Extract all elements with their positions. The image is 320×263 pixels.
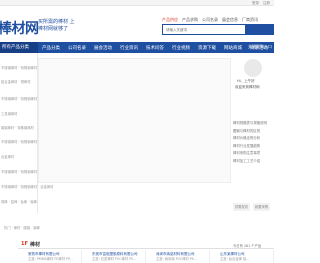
site-logo[interactable]: 棒材网 bbox=[0, 18, 39, 38]
search-box bbox=[162, 24, 246, 35]
company-card[interactable]: 东莞市富临塑胶原料有限公司 主营: 石墨棒材 PVC棒材 PE... bbox=[82, 250, 146, 263]
nav-item[interactable]: 行业资讯 bbox=[116, 45, 142, 51]
category-item[interactable]: 不锈钢棒材 · 特殊钢棒材 · 合金棒材 bbox=[1, 184, 53, 189]
company-name[interactable]: 常熟市棒材有限公司 bbox=[28, 250, 81, 257]
login-link[interactable]: 登录 bbox=[252, 1, 259, 6]
company-info: 主营: 石墨棒材 PVC棒材 PE... bbox=[92, 257, 137, 261]
floor-number: 1F bbox=[21, 241, 28, 247]
top-links: 登录 注册 bbox=[252, 1, 270, 6]
nav-item[interactable]: 网站商城 bbox=[220, 45, 246, 51]
top-bar: 登录 注册 bbox=[0, 0, 274, 6]
category-item[interactable]: 铜棒 · 铝棒 · 钛棒 · 镍棒 bbox=[1, 199, 37, 204]
category-item[interactable]: 合金棒材 bbox=[1, 154, 14, 159]
search-tab-news[interactable]: 厂商资讯 bbox=[242, 17, 258, 23]
nav-item[interactable]: 行业视频 bbox=[168, 45, 194, 51]
main-nav: 所有产品分类 产品分类 公司名录 展会活动 行业资讯 技术问答 行业视频 资源下… bbox=[0, 42, 274, 53]
category-item[interactable]: 铝合金棒材 · 铜棒材 bbox=[1, 79, 31, 84]
banner-slider[interactable] bbox=[38, 58, 231, 183]
welcome-text: Hi，上午好 bbox=[237, 79, 255, 83]
divider bbox=[18, 248, 274, 249]
register-link[interactable]: 注册 bbox=[263, 1, 270, 6]
search-tab-companies[interactable]: 公司名录 bbox=[202, 17, 218, 23]
news-item[interactable]: 棒材加工工艺介绍 bbox=[233, 158, 267, 166]
login-prompt[interactable]: 欢迎来到棒材网 bbox=[235, 85, 260, 90]
news-item[interactable]: 棒材采购注意事项 bbox=[233, 150, 267, 158]
nav-all-categories[interactable]: 所有产品分类 bbox=[0, 42, 38, 53]
category-item[interactable]: 工具钢棒材 bbox=[1, 111, 17, 116]
company-cards: 常熟市棒材有限公司 主营: PMMA棒材 PE棒材 PP... 东莞市富临塑胶原… bbox=[18, 250, 274, 263]
search-tabs: 产品供应 产品求购 公司名录 展会信息 厂商资讯 bbox=[162, 17, 258, 23]
news-item[interactable]: 棒材价格走势分析 bbox=[233, 135, 267, 143]
search-input[interactable] bbox=[163, 25, 245, 34]
nav-item[interactable]: 产品分类 bbox=[38, 45, 64, 51]
news-item[interactable]: 圆钢与棒材的区别 bbox=[233, 128, 267, 136]
company-name[interactable]: 山东某棒材公司 bbox=[220, 250, 273, 257]
company-card[interactable]: 山东某棒材公司 主营: 钛合金棒 铝... bbox=[210, 250, 274, 263]
category-list: 不锈钢棒材 · 特殊钢棒材 · 合金棒材 铝合金棒材 · 铜棒材 不锈钢棒材 ·… bbox=[0, 53, 53, 213]
purchase-button[interactable]: 我要采购 bbox=[253, 203, 270, 211]
nav-item[interactable]: 技术问答 bbox=[142, 45, 168, 51]
news-item[interactable]: 棒材规格表与规格说明 bbox=[233, 120, 267, 128]
avatar bbox=[244, 59, 262, 77]
nav-items: 所有产品分类 产品分类 公司名录 展会活动 行业资讯 技术问答 行业视频 资源下… bbox=[0, 42, 272, 53]
company-info: 主营: PMMA棒材 PE棒材 PP... bbox=[28, 257, 73, 261]
site-slogan: 买所需的棒材 上棒材网就够了 bbox=[38, 19, 75, 32]
nav-item[interactable]: 资源下载 bbox=[194, 45, 220, 51]
floor-title[interactable]: 棒材 bbox=[30, 241, 40, 248]
search-button[interactable] bbox=[246, 24, 274, 35]
news-list: 棒材规格表与规格说明 圆钢与棒材的区别 棒材价格走势分析 棒材行业发展趋势 棒材… bbox=[233, 120, 267, 165]
search-tab-buy[interactable]: 产品求购 bbox=[182, 17, 198, 23]
company-info: 主营: 钛合金棒 铝... bbox=[220, 257, 250, 261]
search-tab-exhibitions[interactable]: 展会信息 bbox=[222, 17, 238, 23]
user-panel: Hi，上午好 欢迎来到棒材网 棒材规格表与规格说明 圆钢与棒材的区别 棒材价格走… bbox=[231, 53, 274, 248]
publish-button[interactable]: 供需发布 bbox=[233, 203, 250, 211]
news-item[interactable]: 棒材行业发展趋势 bbox=[233, 143, 267, 151]
company-name[interactable]: 东莞市富临塑胶原料有限公司 bbox=[92, 250, 145, 257]
company-info: 主营: 纳米碳 PVC棒材 PE... bbox=[156, 257, 198, 261]
company-card[interactable]: 常熟市棒材有限公司 主营: PMMA棒材 PE棒材 PP... bbox=[18, 250, 82, 263]
nav-item[interactable]: 展会活动 bbox=[90, 45, 116, 51]
nav-hotline[interactable]: 关键采购入口 bbox=[248, 44, 272, 50]
category-item[interactable]: 碳钢棒材 · 特殊钢棒材 bbox=[1, 125, 34, 130]
search-tab-products[interactable]: 产品供应 bbox=[162, 17, 178, 23]
hot-tags[interactable]: 热门 · 棒材 · 圆钢 · 钢棒 bbox=[4, 225, 40, 230]
nav-item[interactable]: 公司名录 bbox=[64, 45, 90, 51]
company-card[interactable]: 深圳市纳诺材料有限公司 主营: 纳米碳 PVC棒材 PE... bbox=[146, 250, 210, 263]
company-name[interactable]: 深圳市纳诺材料有限公司 bbox=[156, 250, 209, 257]
